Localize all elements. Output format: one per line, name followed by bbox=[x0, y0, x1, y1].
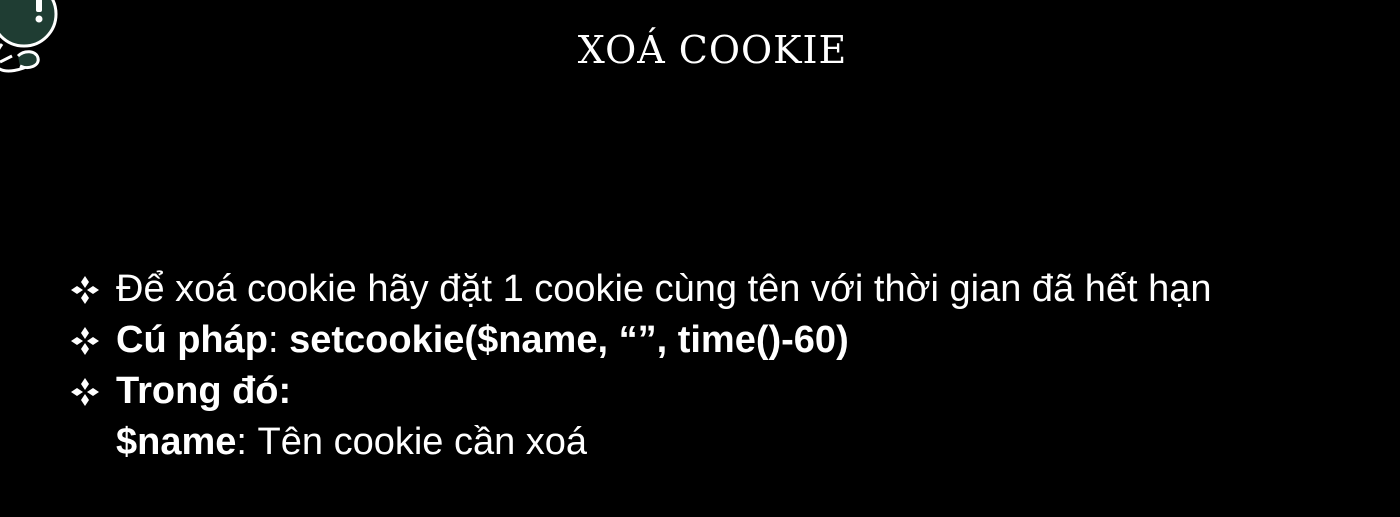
param-separator: : bbox=[236, 421, 258, 463]
syntax-label: Cú pháp bbox=[116, 319, 268, 361]
param-description: Tên cookie cần xoá bbox=[257, 421, 588, 463]
bullet-item: Cú pháp: setcookie($name, “”, time()-60) bbox=[70, 315, 1390, 366]
syntax-separator: : bbox=[267, 319, 290, 361]
bullet-item: Trong đó: bbox=[70, 366, 1390, 417]
four-diamond-bullet-icon bbox=[70, 326, 116, 356]
bullet-list: Để xoá cookie hãy đặt 1 cookie cùng tên … bbox=[70, 264, 1390, 468]
bullet-item: Để xoá cookie hãy đặt 1 cookie cùng tên … bbox=[70, 264, 1390, 315]
four-diamond-bullet-icon bbox=[70, 377, 116, 407]
where-label: Trong đó: bbox=[116, 370, 292, 412]
detail-item: $name: Tên cookie cần xoá bbox=[70, 417, 1390, 468]
bullet-text: Để xoá cookie hãy đặt 1 cookie cùng tên … bbox=[116, 268, 1212, 310]
four-diamond-bullet-icon bbox=[70, 275, 116, 305]
syntax-code: setcookie($name, “”, time()-60) bbox=[289, 319, 849, 361]
param-term: $name bbox=[116, 421, 237, 463]
slide-title: XOÁ COOKIE bbox=[577, 28, 848, 72]
